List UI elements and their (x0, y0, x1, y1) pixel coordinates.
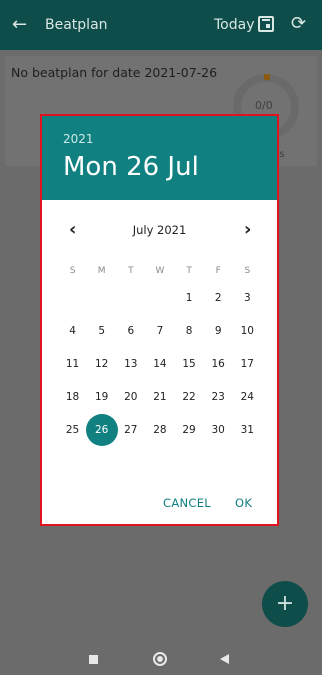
system-nav-bar (0, 640, 322, 675)
day-number: 14 (153, 357, 167, 370)
day-number: 5 (98, 324, 106, 337)
weekday-label: T (186, 266, 192, 276)
day-number: 17 (240, 357, 254, 370)
day-cell[interactable]: 19 (87, 391, 116, 403)
day-cell[interactable]: 23 (204, 391, 233, 403)
today-button[interactable]: Today (214, 17, 255, 33)
weekday-label: S (69, 266, 76, 276)
app-bar: ← Beatplan Today ⟳ (0, 0, 322, 50)
day-number: 12 (95, 357, 109, 370)
day-cell[interactable]: 10 (233, 325, 262, 337)
day-cell[interactable]: 3 (233, 292, 262, 304)
day-number: 29 (182, 423, 196, 436)
weekday-header: S M T W T F S (58, 261, 262, 281)
day-cell[interactable]: 2 (204, 292, 233, 304)
day-number: 24 (240, 390, 254, 403)
year-label[interactable]: 2021 (63, 132, 94, 146)
day-cell[interactable]: 7 (145, 325, 174, 337)
calendar-weeks: 1 2 3 4 5 6 7 8 9 10 11 12 13 14 15 16 17 18 19 20 21 22 23 24 2… (58, 281, 262, 446)
day-number: 18 (65, 390, 80, 403)
day-cell[interactable]: 5 (87, 325, 116, 337)
day-number: 31 (240, 423, 254, 436)
calendar-icon[interactable] (258, 16, 274, 32)
day-cell[interactable]: 1 (175, 292, 204, 304)
day-cell[interactable]: 17 (233, 358, 262, 370)
day-number: 8 (185, 324, 193, 337)
home-icon[interactable] (153, 652, 167, 666)
progress-text: 0/0 (255, 99, 273, 112)
add-button[interactable]: + (262, 581, 308, 627)
day-number: 19 (95, 390, 109, 403)
day-cell[interactable]: 30 (204, 424, 233, 436)
day-number: 25 (65, 423, 80, 436)
day-cell[interactable]: 9 (204, 325, 233, 337)
calendar-week: 1 2 3 (58, 281, 262, 314)
weekday-label: S (244, 266, 251, 276)
day-cell[interactable]: 22 (175, 391, 204, 403)
calendar-week: 25 26 27 28 29 30 31 (58, 413, 262, 446)
day-number: 22 (182, 390, 196, 403)
day-number: 26 (95, 423, 109, 436)
day-number: 3 (243, 291, 251, 304)
day-number: 28 (153, 423, 167, 436)
day-cell[interactable]: 28 (145, 424, 174, 436)
recents-icon[interactable] (89, 655, 98, 664)
day-cell[interactable]: 11 (58, 358, 87, 370)
day-cell[interactable]: 13 (116, 358, 145, 370)
day-cell[interactable]: 18 (58, 391, 87, 403)
calendar-week: 18 19 20 21 22 23 24 (58, 380, 262, 413)
calendar-week: 11 12 13 14 15 16 17 (58, 347, 262, 380)
day-number: 4 (69, 324, 76, 337)
day-cell[interactable]: 26 (85, 413, 118, 446)
day-cell[interactable]: 27 (116, 424, 145, 436)
day-cell[interactable]: 24 (233, 391, 262, 403)
day-cell[interactable]: 6 (116, 325, 145, 337)
day-number: 7 (156, 324, 164, 337)
day-cell[interactable]: 31 (233, 424, 262, 436)
day-cell[interactable]: 25 (58, 424, 87, 436)
calendar-week: 4 5 6 7 8 9 10 (58, 314, 262, 347)
cancel-button[interactable]: CANCEL (163, 496, 211, 510)
month-label: July 2021 (132, 223, 187, 237)
day-number: 10 (240, 324, 254, 337)
day-number: 13 (124, 357, 138, 370)
day-cell[interactable]: 21 (145, 391, 174, 403)
progress-indicator (264, 74, 270, 80)
day-cell[interactable]: 15 (175, 358, 204, 370)
next-month-icon[interactable]: › (244, 219, 251, 240)
day-cell[interactable]: 29 (175, 424, 204, 436)
day-cell[interactable]: 20 (116, 391, 145, 403)
day-number: 6 (127, 324, 135, 337)
calendar-grid: S M T W T F S 1 2 3 4 5 6 7 8 9 10 11 12 13 14 15 16 17 1… (58, 261, 262, 446)
weekday-label: W (155, 266, 165, 276)
day-number: 1 (185, 291, 193, 304)
back-icon[interactable] (220, 654, 229, 664)
day-number: 20 (124, 390, 138, 403)
day-cell[interactable]: 4 (58, 325, 87, 337)
day-cell[interactable]: 12 (87, 358, 116, 370)
day-number: 2 (214, 291, 222, 304)
day-cell[interactable]: 8 (175, 325, 204, 337)
weekday-label: F (215, 266, 221, 276)
day-number: 21 (153, 390, 167, 403)
date-picker-dialog: 2021 Mon 26 Jul ‹ July 2021 › S M T W T … (40, 114, 279, 526)
back-arrow-icon[interactable]: ← (12, 14, 27, 35)
ok-button[interactable]: OK (235, 496, 252, 510)
day-number: 9 (214, 324, 222, 337)
sync-icon[interactable]: ⟳ (291, 13, 306, 34)
date-picker-header: 2021 Mon 26 Jul (42, 116, 277, 200)
day-cell[interactable]: 14 (145, 358, 174, 370)
day-number: 11 (65, 357, 80, 370)
weekday-label: T (128, 266, 134, 276)
day-number: 30 (211, 423, 225, 436)
page-title: Beatplan (45, 17, 108, 33)
weekday-label: M (97, 266, 106, 276)
day-number: 15 (182, 357, 196, 370)
selected-date-label: Mon 26 Jul (63, 152, 199, 182)
day-number: 16 (211, 357, 225, 370)
day-cell[interactable]: 16 (204, 358, 233, 370)
day-number: 23 (211, 390, 225, 403)
no-beatplan-message: No beatplan for date 2021-07-26 (11, 65, 218, 80)
day-number: 27 (124, 423, 138, 436)
